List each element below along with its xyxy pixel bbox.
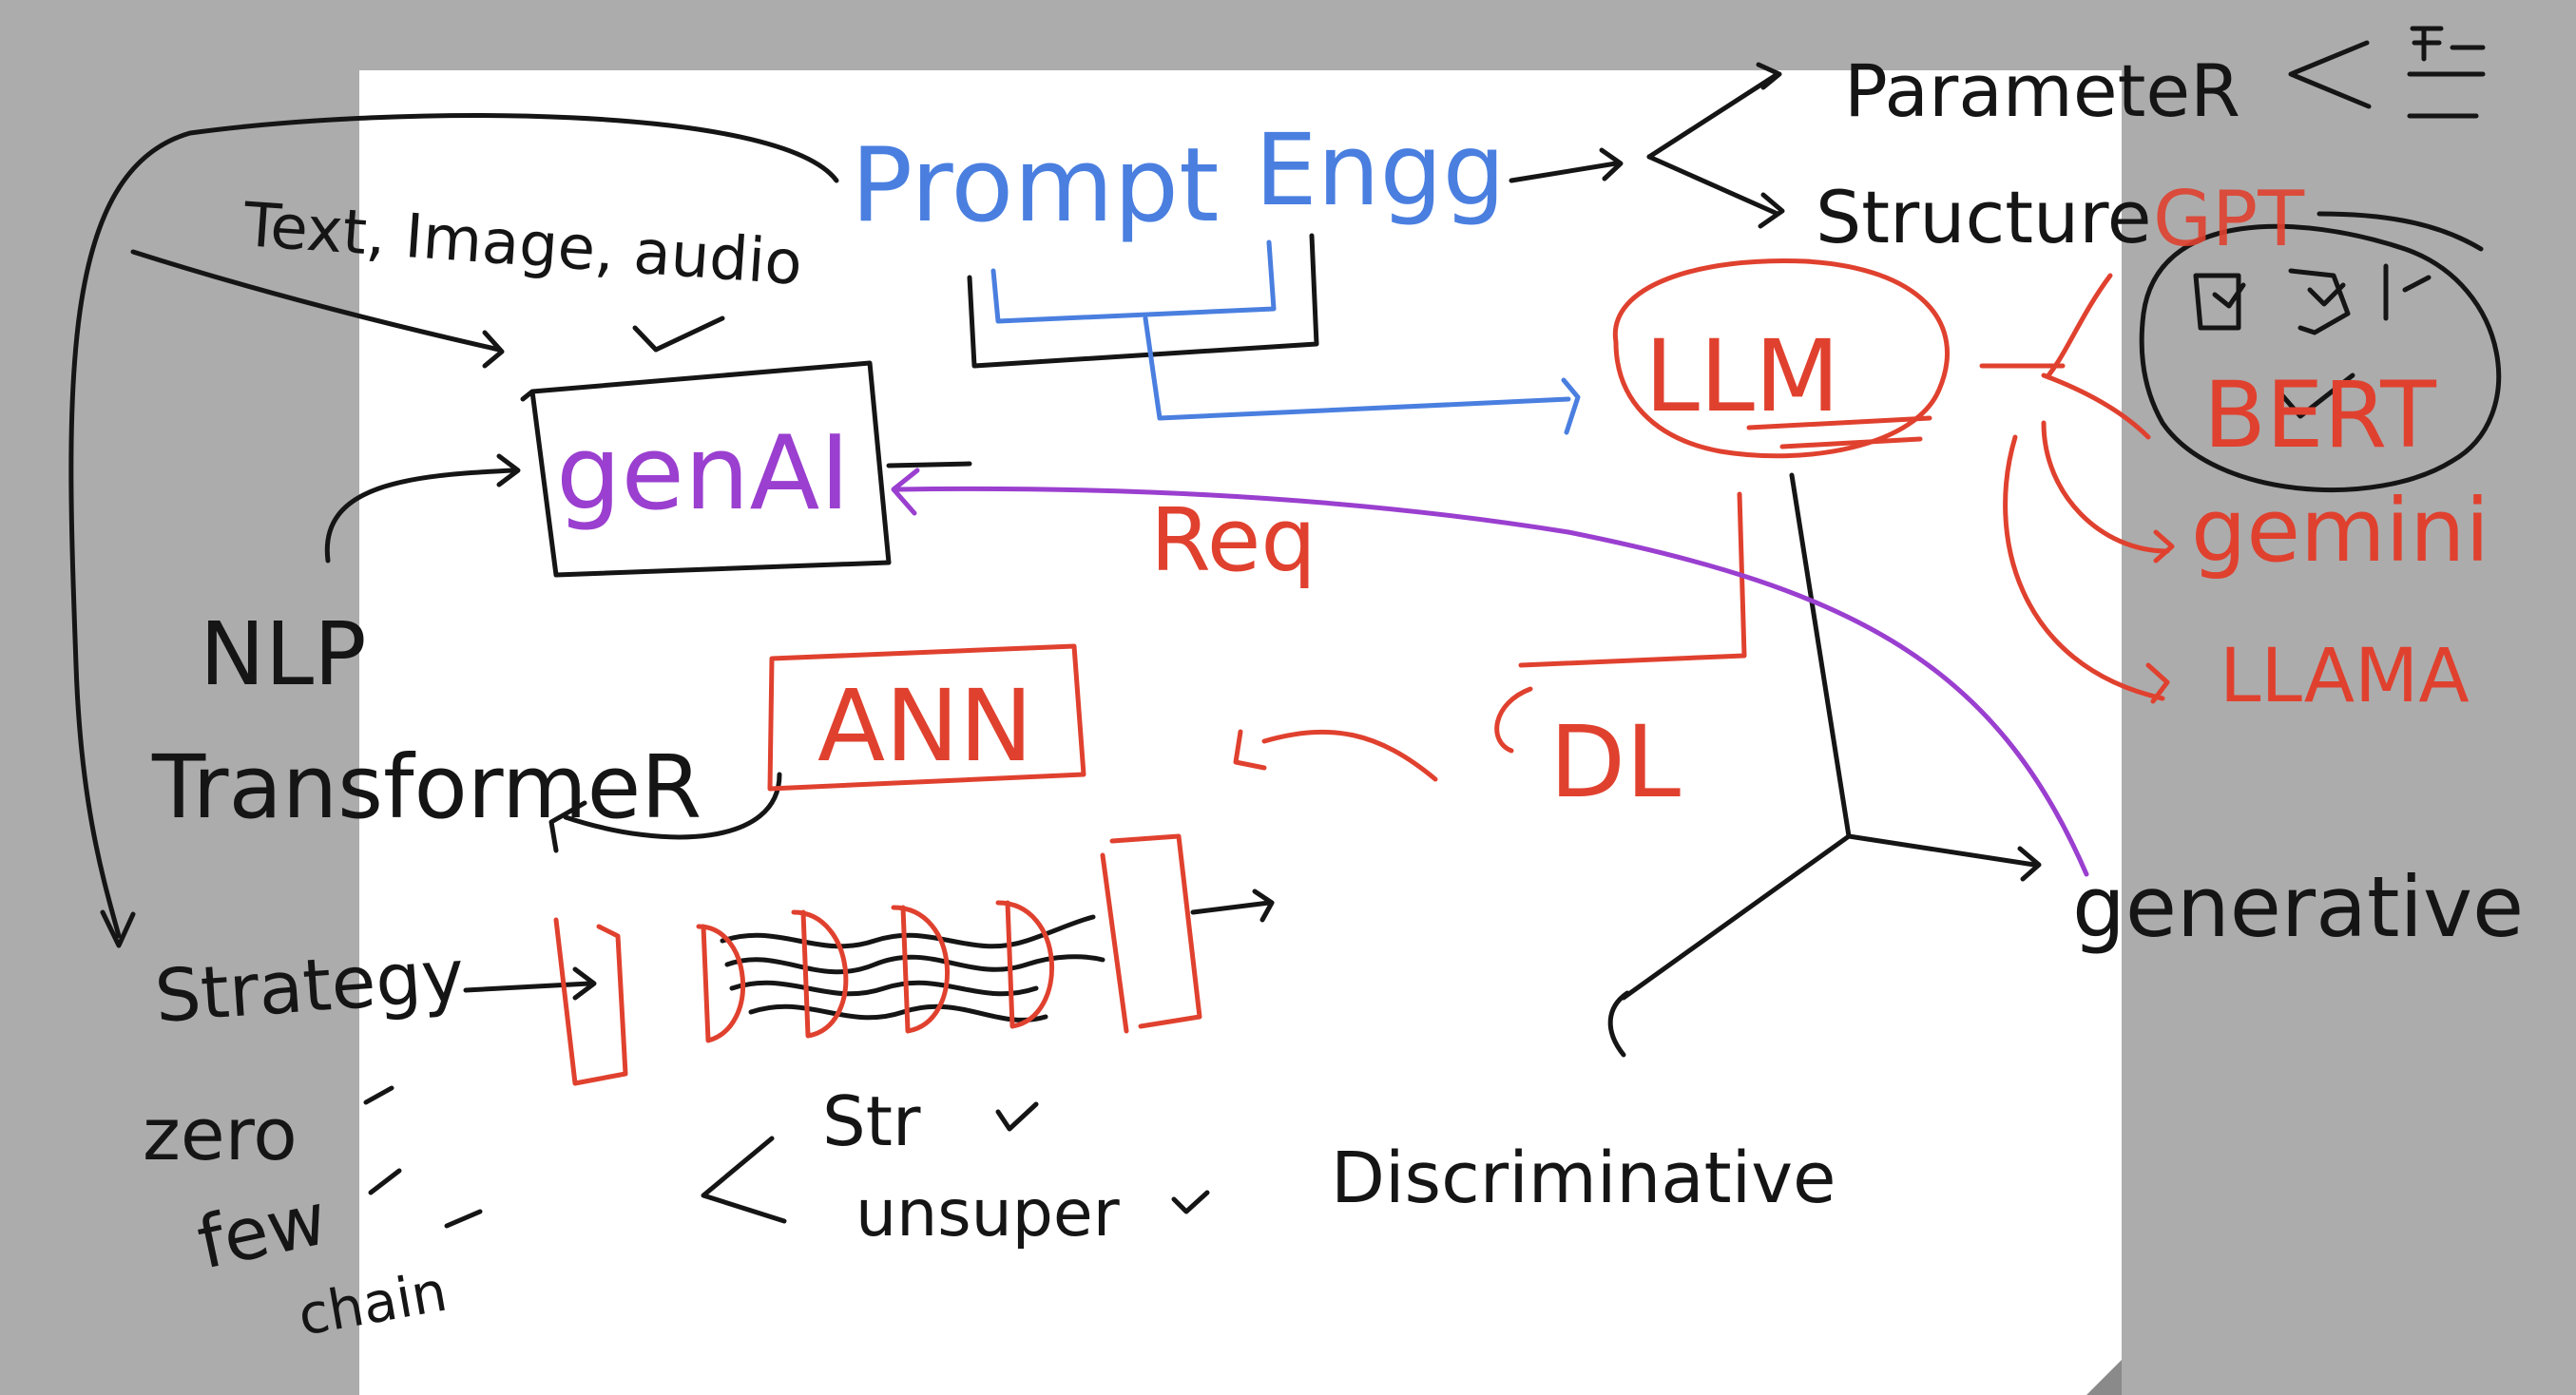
label-llama: LLAMA	[2220, 634, 2470, 719]
label-req: Req	[1150, 489, 1317, 591]
genai-box-left-tick	[886, 461, 972, 468]
label-gpt: GPT	[2153, 175, 2305, 263]
arrowhead-gemini	[2153, 529, 2175, 564]
label-few: few	[190, 1175, 334, 1285]
label-engg: Engg	[1255, 112, 1506, 228]
label-bert: BERT	[2203, 362, 2436, 468]
label-zero: zero	[143, 1092, 298, 1176]
whiteboard-canvas[interactable]: Text, Image, audio Prompt Engg ParameteR…	[0, 0, 2576, 1395]
label-llm: LLM	[1644, 318, 1840, 434]
less-than-parameter	[2288, 40, 2372, 109]
label-genai: genAI	[556, 414, 850, 533]
label-str: Str	[822, 1081, 921, 1161]
label-dl: DL	[1549, 704, 1681, 820]
label-discriminative: Discriminative	[1331, 1137, 1836, 1219]
label-unsupervised: unsuper	[855, 1176, 1120, 1252]
label-ann: ANN	[817, 668, 1033, 784]
label-gemini: gemini	[2191, 480, 2489, 582]
label-structure: Structure	[1816, 175, 2152, 259]
label-generative: generative	[2072, 858, 2524, 956]
label-parameter: ParameteR	[1844, 48, 2240, 133]
label-nlp: NLP	[200, 603, 367, 705]
label-prompt: Prompt	[851, 126, 1219, 245]
gpt-checks	[2193, 263, 2432, 335]
menu-icon	[2407, 26, 2486, 119]
label-transformer: TransformeR	[151, 736, 702, 838]
